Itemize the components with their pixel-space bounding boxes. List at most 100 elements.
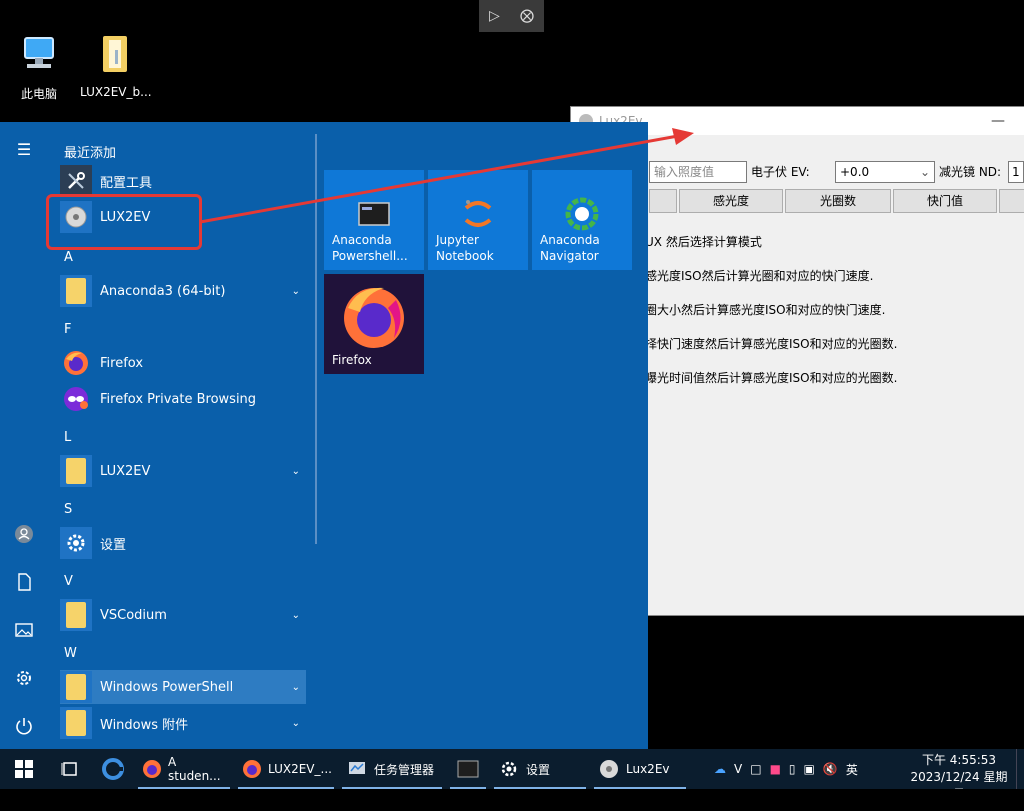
chevron-down-icon: ⌄ (291, 465, 300, 477)
tile-label: Anaconda Powershell... (332, 233, 408, 263)
network-icon[interactable]: ▣ (804, 762, 815, 776)
minimize-button[interactable]: — (991, 113, 1005, 129)
documents-icon[interactable] (14, 572, 34, 592)
close-icon[interactable]: ⨂ (520, 8, 534, 24)
mode-button-aperture[interactable]: 光圈数 (785, 189, 891, 213)
mode-button-exposure[interactable] (999, 189, 1024, 213)
taskbar: A studen... LUX2EV_... 任务管理器 设置 Lux2Ev (0, 749, 1024, 789)
disc-icon (598, 758, 620, 780)
jupyter-icon (464, 200, 492, 227)
ev-select-wrap: +0.0 ⌄ (835, 161, 935, 183)
app-item-label: Firefox (100, 355, 144, 371)
app-item-anaconda3[interactable]: Anaconda3 (64-bit) ⌄ (60, 274, 306, 308)
tile-label: Jupyter Notebook (436, 233, 494, 263)
hamburger-menu-icon[interactable]: ☰ (14, 140, 34, 160)
lux-input[interactable]: 输入照度值 (649, 161, 747, 183)
app-item-label: Anaconda3 (64-bit) (100, 283, 226, 299)
taskbar-firefox-student[interactable]: A studen... (134, 749, 234, 789)
power-icon[interactable] (14, 716, 34, 736)
app-item-windows-powershell[interactable]: Windows PowerShell ⌄ (60, 670, 306, 704)
nd-input-wrap: 1 (1008, 161, 1024, 183)
app-item-label: VSCodium (100, 607, 167, 623)
volume-muted-icon[interactable]: 🔇 (823, 762, 838, 776)
taskbar-edge[interactable] (92, 749, 134, 789)
nd-label: 减光镜 ND: (939, 165, 1002, 179)
tile-firefox[interactable]: Firefox (324, 274, 424, 374)
firefox-private-icon (60, 383, 92, 415)
nd-input[interactable]: 1 (1008, 161, 1024, 183)
task-view-button[interactable] (48, 749, 92, 789)
terminal-icon (457, 758, 479, 780)
folder-icon (60, 671, 92, 703)
help-line: UX 然后选择计算模式 (645, 235, 762, 249)
user-avatar-icon[interactable] (14, 524, 34, 544)
windows-logo-icon (15, 760, 33, 778)
folder-icon (103, 36, 127, 72)
taskbar-item-label: 任务管理器 (374, 762, 435, 777)
clock-time: 下午 4:55:53 (921, 753, 997, 767)
highlight-box (46, 194, 202, 250)
taskbar-firefox-lux2ev[interactable]: LUX2EV_... (234, 749, 338, 789)
group-letter[interactable]: V (64, 574, 73, 589)
app-item-windows-accessories[interactable]: Windows 附件 ⌄ (60, 706, 306, 740)
task-manager-icon (346, 758, 368, 780)
group-letter[interactable]: F (64, 322, 71, 337)
desktop-icon-label: 此电脑 (20, 87, 57, 101)
mode-button-iso[interactable]: 感光度 (679, 189, 783, 213)
system-tray: ☁ V □ ■ ▯ ▣ 🔇 英 (714, 749, 858, 789)
taskbar-settings[interactable]: 设置 (490, 749, 590, 789)
app-item-vscodium[interactable]: VSCodium ⌄ (60, 598, 306, 632)
tile-anaconda-powershell[interactable]: Anaconda Powershell... (324, 170, 424, 270)
desktop-icon-lux2ev-folder[interactable]: LUX2EV_b... (80, 32, 152, 99)
taskbar-item-label: A studen... (168, 755, 221, 783)
usb-icon[interactable]: ▯ (789, 762, 796, 776)
start-button[interactable] (0, 749, 48, 789)
app-item-settings[interactable]: 设置 (60, 526, 306, 560)
pin-icon[interactable]: ▷ (489, 8, 500, 24)
mode-button-lux[interactable] (649, 189, 677, 213)
mode-button-shutter[interactable]: 快门值 (893, 189, 997, 213)
firefox-icon (142, 758, 162, 780)
app-item-label: 配置工具 (100, 175, 153, 191)
app-item-config-tool[interactable]: 配置工具 (60, 164, 306, 198)
desktop-icon-this-pc[interactable]: 此电脑 (4, 32, 74, 102)
menu-scrollbar[interactable] (315, 134, 317, 544)
tile-label: Firefox (332, 353, 372, 367)
group-letter[interactable]: S (64, 502, 72, 517)
folder-icon (60, 599, 92, 631)
taskbar-item-label: Lux2Ev (626, 762, 670, 776)
computer-icon (24, 37, 54, 68)
app-item-lux2ev-folder[interactable]: LUX2EV ⌄ (60, 454, 306, 488)
show-desktop-button[interactable] (1016, 749, 1024, 789)
app-item-label: 设置 (100, 537, 127, 553)
tile-anaconda-navigator[interactable]: Anaconda Navigator (532, 170, 632, 270)
chevron-down-icon: ⌄ (919, 165, 930, 179)
remote-toolbar: ▷ ⨂ (479, 0, 544, 32)
help-line: 感光度ISO然后计算光圈和对应的快门速度. (645, 269, 874, 283)
taskbar-lux2ev[interactable]: Lux2Ev (590, 749, 690, 789)
app-item-label: Windows 附件 (100, 717, 189, 733)
taskbar-task-manager[interactable]: 任务管理器 (338, 749, 446, 789)
taskbar-terminal[interactable] (446, 749, 490, 789)
task-view-icon (61, 762, 77, 776)
app-item-label: Firefox Private Browsing (100, 391, 257, 407)
settings-icon[interactable] (14, 668, 34, 688)
taskbar-item-label: 设置 (526, 762, 551, 777)
app-item-firefox[interactable]: Firefox (60, 346, 306, 380)
chevron-down-icon: ⌄ (291, 609, 300, 621)
onedrive-icon[interactable]: ☁ (714, 762, 726, 776)
group-letter[interactable]: L (64, 430, 71, 445)
app-item-firefox-private[interactable]: Firefox Private Browsing (60, 382, 306, 416)
ev-select[interactable]: +0.0 ⌄ (835, 161, 935, 183)
pictures-icon[interactable] (14, 620, 34, 640)
window-icon[interactable]: □ (750, 762, 761, 776)
desktop-icon-label: LUX2EV_b... (80, 85, 152, 99)
app-item-label: Windows PowerShell (100, 679, 234, 695)
group-letter[interactable]: W (64, 646, 77, 661)
ime-indicator[interactable]: 英 (846, 761, 858, 778)
tile-jupyter-notebook[interactable]: Jupyter Notebook (428, 170, 528, 270)
start-rail: ☰ (0, 122, 48, 749)
group-letter[interactable]: A (64, 250, 73, 265)
app-tray-icon[interactable]: ■ (770, 762, 781, 776)
vpn-icon[interactable]: V (734, 762, 742, 776)
